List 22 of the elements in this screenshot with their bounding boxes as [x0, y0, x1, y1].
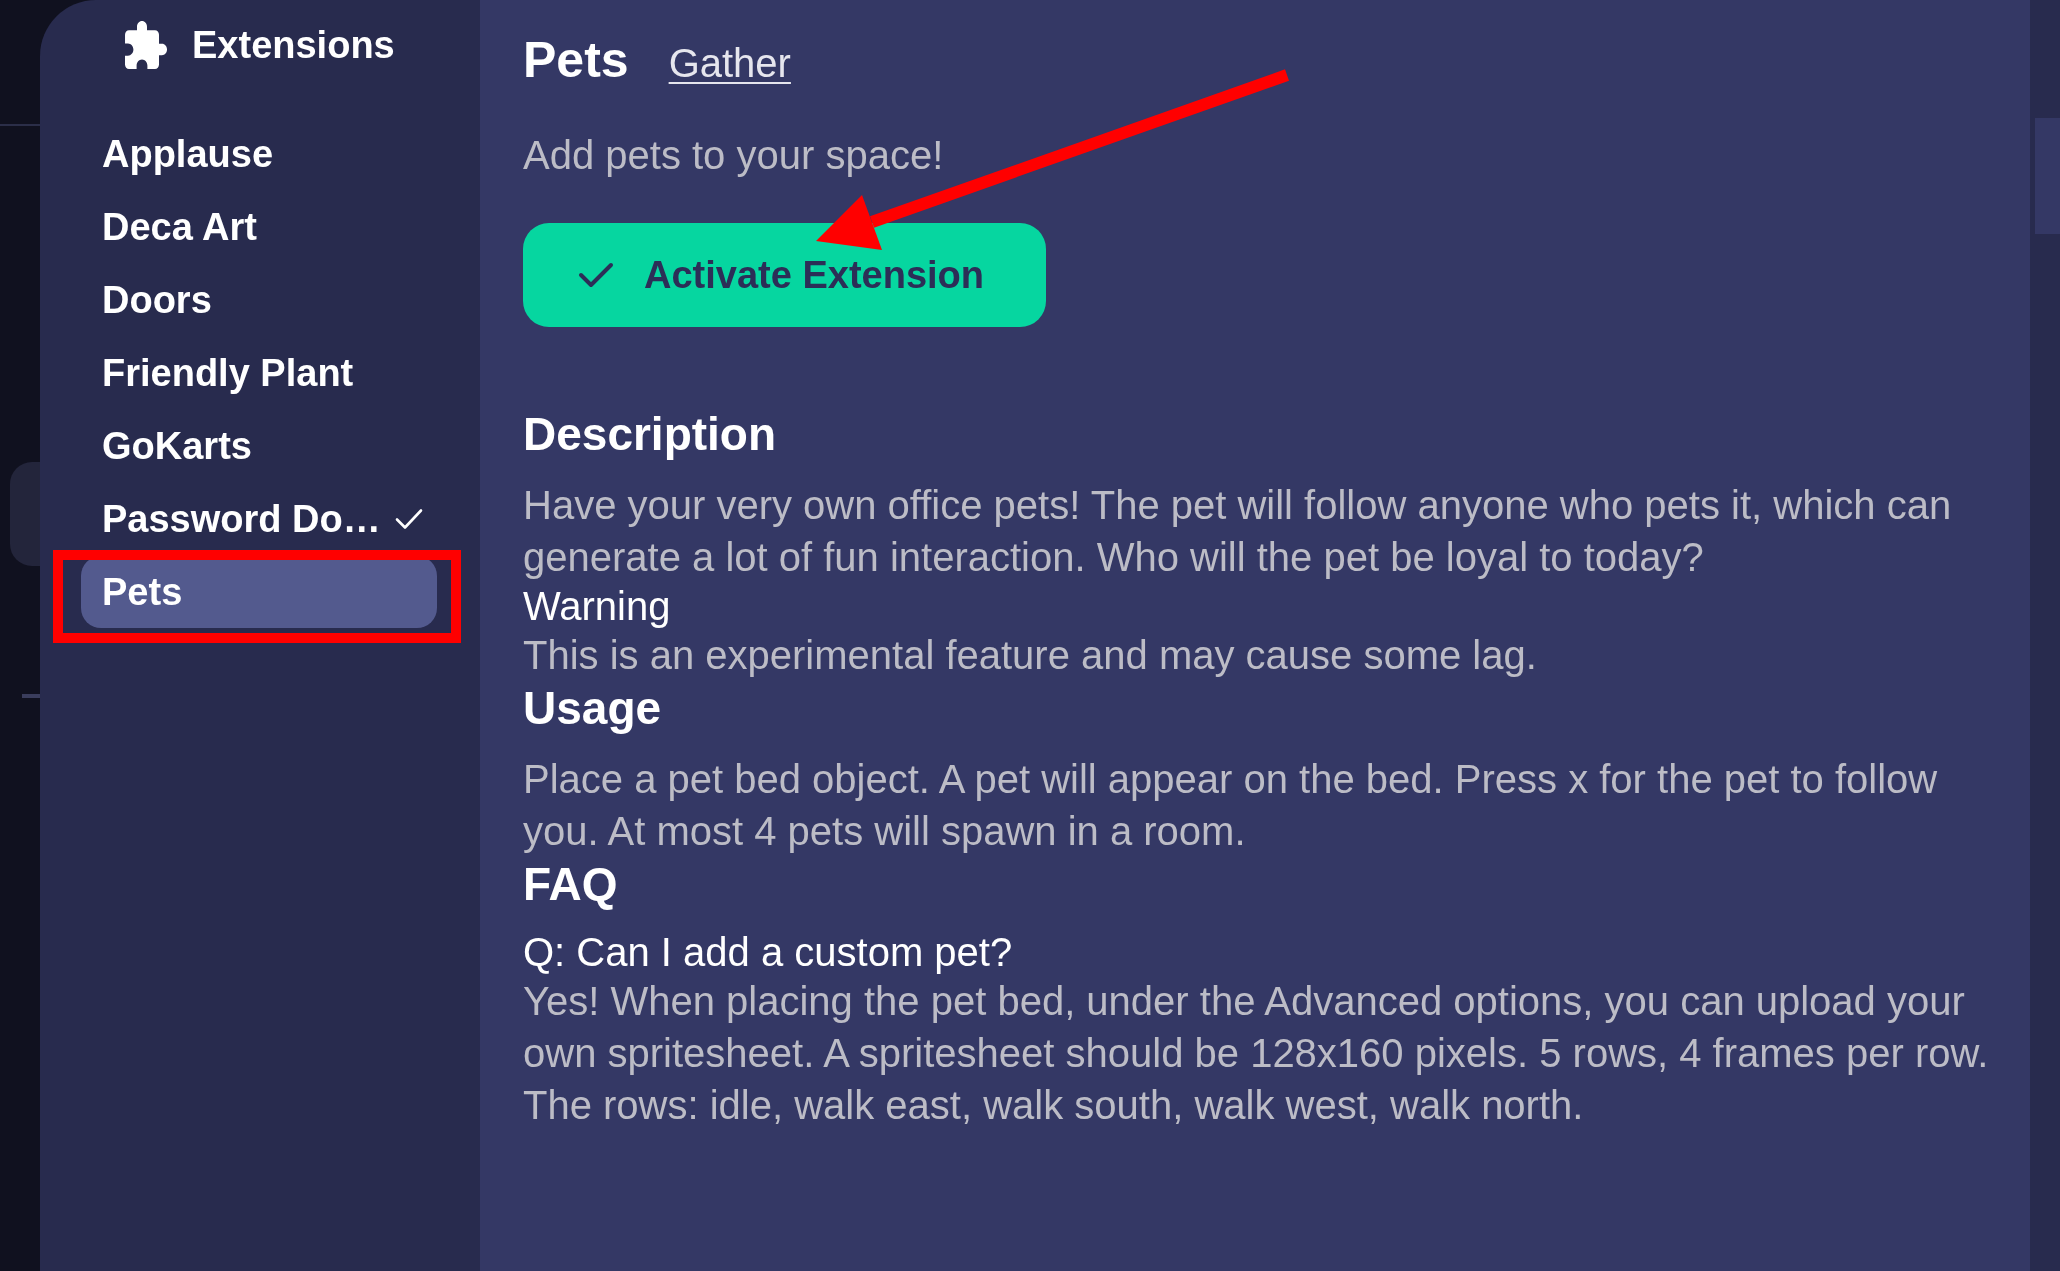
- section-heading: FAQ: [523, 857, 618, 911]
- sidebar-item[interactable]: Password Do…: [81, 483, 437, 555]
- section-subheading: Q: Can I add a custom pet?: [523, 929, 1013, 975]
- puzzle-icon: [125, 21, 167, 69]
- extension-tagline: Add pets to your space!: [523, 132, 944, 179]
- sidebar-item[interactable]: Deca Art: [81, 191, 437, 263]
- sidebar-item[interactable]: Friendly Plant: [81, 337, 437, 409]
- activate-extension-button[interactable]: Activate Extension: [523, 223, 1046, 327]
- section-paragraph: Place a pet bed object. A pet will appear on the bed. Press x for the pet to follow you. At most 4 pets will spawn in a room.: [523, 756, 1939, 855]
- extension-title: Pets: [523, 31, 629, 90]
- section-heading: Usage: [523, 681, 662, 735]
- section-subheading: Warning: [523, 583, 671, 629]
- section-paragraph: Yes! When placing the pet bed, under the Advanced options, you can upload your own spritesheet. A spritesheet should be 128x160 pixels. 5 rows, 4 frames per row. The rows: idle, walk east, walk south, walk west, walk north.: [523, 978, 1990, 1129]
- section-heading: Description: [523, 407, 777, 461]
- sidebar-title: Extensions: [192, 23, 395, 67]
- section-paragraph: This is an experimental feature and may cause some lag.: [523, 632, 1538, 679]
- section-paragraph: Have your very own office pets! The pet will follow anyone who pets it, which can generate a lot of fun interaction. Who will the pet be loyal to today?: [523, 482, 1953, 581]
- check-icon: [578, 261, 614, 289]
- sidebar-item[interactable]: GoKarts: [81, 410, 437, 482]
- sidebar-item[interactable]: Doors: [81, 264, 437, 336]
- author-link[interactable]: Gather: [668, 33, 791, 93]
- sidebar-item[interactable]: Applause: [81, 118, 437, 190]
